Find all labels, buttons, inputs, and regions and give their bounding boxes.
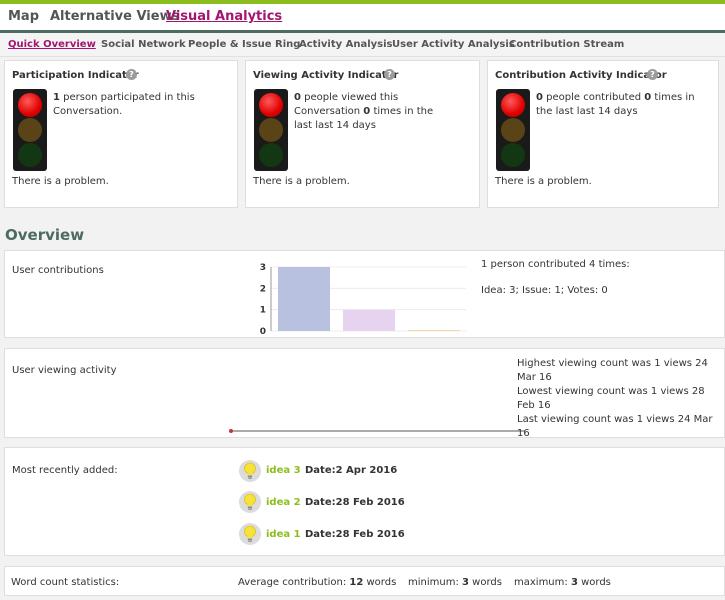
overview-heading: Overview	[5, 226, 85, 244]
indicator-status: There is a problem.	[253, 176, 350, 187]
help-icon[interactable]: ?	[384, 69, 395, 80]
topnav-visual-analytics[interactable]: Visual Analytics	[166, 9, 282, 24]
red-lamp	[259, 93, 283, 117]
traffic-light-icon	[496, 89, 530, 171]
idea-date: Date:28 Feb 2016	[305, 497, 405, 508]
recently-added-panel: Most recently added: idea 3 Date:2 Apr 2…	[4, 447, 725, 556]
sub-nav: Quick Overview Social Network People & I…	[0, 33, 725, 57]
panel-title: Viewing Activity Indicator	[253, 70, 399, 81]
contributions-bar-chart: 0 1 2 3	[260, 263, 466, 337]
contribution-activity-indicator-panel: Contribution Activity Indicator ? 0 peop…	[487, 60, 719, 208]
highest-viewing: Highest viewing count was 1 views 24 Mar…	[517, 358, 708, 383]
traffic-light-icon	[13, 89, 47, 171]
lightbulb-icon	[239, 491, 261, 513]
tab-activity-analysis[interactable]: Activity Analysis	[299, 39, 393, 50]
amber-lamp	[259, 118, 283, 142]
bar-votes[interactable]	[408, 330, 460, 331]
word-count-minimum: minimum: 3 words	[408, 577, 502, 588]
contribution-summary: 1 person contributed 4 times:	[481, 259, 630, 270]
idea-link[interactable]: idea 3	[266, 465, 301, 476]
last-viewing: Last viewing count was 1 views 24 Mar 16	[517, 414, 713, 439]
word-count-average: Average contribution: 12 words	[238, 577, 397, 588]
lightbulb-icon	[239, 460, 261, 482]
word-count-maximum: maximum: 3 words	[514, 577, 611, 588]
red-lamp	[18, 93, 42, 117]
viewing-sparkline	[229, 429, 525, 433]
amber-lamp	[501, 118, 525, 142]
user-contributions-panel: User contributions 0 1 2 3 1 person contrib…	[4, 250, 725, 338]
user-viewing-panel: User viewing activity Highest viewing co…	[4, 348, 725, 441]
tab-people-issue-ring[interactable]: People & Issue Ring	[188, 39, 300, 50]
bar-issue[interactable]	[343, 309, 395, 331]
viewing-stats: Highest viewing count was 1 views 24 Mar…	[517, 357, 722, 441]
viewing-activity-indicator-panel: Viewing Activity Indicator ? 0 people vi…	[245, 60, 480, 208]
participation-indicator-panel: Participation Indicator ? 1 person parti…	[4, 60, 238, 208]
y-tick-label: 2	[260, 284, 266, 294]
idea-date: Date:2 Apr 2016	[305, 465, 398, 476]
indicator-text: 0 people viewed this Conversation 0 time…	[294, 92, 434, 131]
panel-title: Participation Indicator	[12, 70, 139, 81]
tab-user-activity-analysis[interactable]: User Activity Analysis	[392, 39, 515, 50]
bar-idea[interactable]	[278, 267, 330, 331]
red-lamp	[501, 93, 525, 117]
help-icon[interactable]: ?	[647, 69, 658, 80]
y-tick-label: 1	[260, 306, 266, 316]
topnav-alternative-views[interactable]: Alternative Views	[50, 9, 179, 24]
amber-lamp	[18, 118, 42, 142]
idea-link[interactable]: idea 1	[266, 529, 301, 540]
tab-contribution-stream[interactable]: Contribution Stream	[509, 39, 624, 50]
topnav-map[interactable]: Map	[8, 9, 39, 24]
y-tick-label: 0	[260, 327, 266, 337]
top-nav: Map Alternative Views Visual Analytics	[0, 4, 725, 30]
lightbulb-icon	[239, 523, 261, 545]
green-lamp	[501, 143, 525, 167]
row-label: User contributions	[12, 265, 104, 276]
green-lamp	[18, 143, 42, 167]
y-tick-label: 3	[260, 263, 266, 273]
tab-social-network[interactable]: Social Network	[101, 39, 186, 50]
contribution-breakdown: Idea: 3; Issue: 1; Votes: 0	[481, 285, 608, 296]
traffic-light-icon	[254, 89, 288, 171]
indicator-text: 0 people contributed 0 times in the last…	[536, 92, 695, 117]
lowest-viewing: Lowest viewing count was 1 views 28 Feb …	[517, 386, 705, 411]
idea-link[interactable]: idea 2	[266, 497, 301, 508]
indicator-text: 1 person participated in this Conversati…	[53, 92, 195, 117]
row-label: Most recently added:	[12, 465, 118, 476]
row-label: User viewing activity	[12, 365, 117, 376]
indicator-status: There is a problem.	[495, 176, 592, 187]
tab-quick-overview[interactable]: Quick Overview	[8, 39, 96, 50]
help-icon[interactable]: ?	[126, 69, 137, 80]
viewing-point	[229, 429, 233, 433]
green-lamp	[259, 143, 283, 167]
idea-date: Date:28 Feb 2016	[305, 529, 405, 540]
row-label: Word count statistics:	[11, 577, 120, 588]
indicator-status: There is a problem.	[12, 176, 109, 187]
panel-title: Contribution Activity Indicator	[495, 70, 667, 81]
